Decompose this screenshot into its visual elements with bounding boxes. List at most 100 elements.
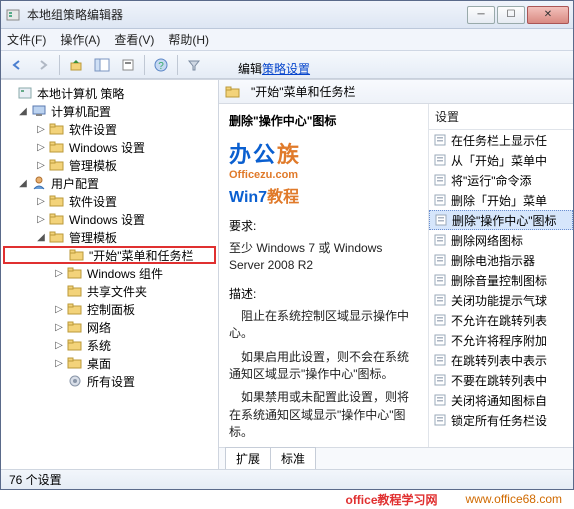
setting-label: 删除电池指示器 — [451, 252, 535, 269]
tree-user-config[interactable]: ◢ 用户配置 — [3, 174, 216, 192]
tree-computer-config[interactable]: ◢ 计算机配置 — [3, 102, 216, 120]
policy-item-icon — [433, 313, 447, 327]
title-bar[interactable]: 本地组策略编辑器 ─ ☐ ✕ — [1, 1, 573, 29]
setting-row[interactable]: 从「开始」菜单中 — [429, 150, 573, 170]
forward-button[interactable] — [31, 54, 55, 76]
tree-item[interactable]: ▷网络 — [3, 318, 216, 336]
collapse-icon[interactable]: ▷ — [35, 141, 47, 153]
settings-list[interactable]: 设置 在任务栏上显示任从「开始」菜单中将"运行"命令添删除「开始」菜单删除"操作… — [429, 104, 573, 447]
tree-toggle[interactable] — [3, 87, 15, 99]
setting-row[interactable]: 不允许在跳转列表 — [429, 310, 573, 330]
footer-site-name: office教程学习网 — [345, 491, 437, 508]
window-body: 本地计算机 策略 ◢ 计算机配置 ▷ 软件设置 ▷Windows 设置 ▷管理模板… — [1, 79, 573, 469]
setting-label: 在跳转列表中表示 — [451, 352, 547, 369]
menu-help[interactable]: 帮助(H) — [168, 31, 209, 48]
folder-icon — [67, 265, 83, 281]
tree-item[interactable]: ▷控制面板 — [3, 300, 216, 318]
collapse-icon[interactable]: ▷ — [53, 339, 65, 351]
setting-row[interactable]: 删除「开始」菜单 — [429, 190, 573, 210]
setting-row[interactable]: 删除网络图标 — [429, 230, 573, 250]
up-button[interactable] — [64, 54, 88, 76]
tree-item[interactable]: 所有设置 — [3, 372, 216, 390]
folder-icon — [67, 283, 83, 299]
collapse-icon[interactable]: ▷ — [35, 213, 47, 225]
back-button[interactable] — [5, 54, 29, 76]
folder-icon — [49, 157, 65, 173]
setting-label: 删除「开始」菜单 — [451, 192, 547, 209]
tree-item[interactable]: ▷桌面 — [3, 354, 216, 372]
setting-row[interactable]: 将"运行"命令添 — [429, 170, 573, 190]
setting-row[interactable]: 删除音量控制图标 — [429, 270, 573, 290]
toolbar-separator — [144, 55, 145, 75]
minimize-button[interactable]: ─ — [467, 6, 495, 24]
description-text: 阻止在系统控制区域显示操作中心。 — [229, 308, 418, 343]
tree-pane[interactable]: 本地计算机 策略 ◢ 计算机配置 ▷ 软件设置 ▷Windows 设置 ▷管理模板… — [1, 80, 219, 469]
tree-root[interactable]: 本地计算机 策略 — [3, 84, 216, 102]
setting-row[interactable]: 关闭功能提示气球 — [429, 290, 573, 310]
tree-item[interactable]: ▷管理模板 — [3, 156, 216, 174]
collapse-icon[interactable]: ▷ — [53, 321, 65, 333]
tree-item[interactable]: ▷Windows 组件 — [3, 264, 216, 282]
collapse-icon[interactable]: ▷ — [53, 303, 65, 315]
export-button[interactable] — [116, 54, 140, 76]
tree-item[interactable]: ▷Windows 设置 — [3, 138, 216, 156]
setting-title: 删除"操作中心"图标 — [229, 112, 418, 129]
tree-item[interactable]: ▷Windows 设置 — [3, 210, 216, 228]
setting-label: 删除音量控制图标 — [451, 272, 547, 289]
tab-standard[interactable]: 标准 — [270, 447, 316, 469]
app-window: 本地组策略编辑器 ─ ☐ ✕ 文件(F) 操作(A) 查看(V) 帮助(H) ?… — [0, 0, 574, 490]
expand-icon[interactable]: ◢ — [17, 177, 29, 189]
setting-row[interactable]: 关闭将通知图标自 — [429, 390, 573, 410]
folder-icon — [49, 211, 65, 227]
setting-label: 关闭功能提示气球 — [451, 292, 547, 309]
setting-row[interactable]: 锁定所有任务栏设 — [429, 410, 573, 430]
tree-item[interactable]: ▷ 软件设置 — [3, 120, 216, 138]
setting-row[interactable]: 删除电池指示器 — [429, 250, 573, 270]
policy-item-icon — [433, 413, 447, 427]
menu-file[interactable]: 文件(F) — [7, 31, 46, 48]
help-button[interactable]: ? — [149, 54, 173, 76]
folder-icon — [49, 139, 65, 155]
maximize-button[interactable]: ☐ — [497, 6, 525, 24]
setting-row[interactable]: 在任务栏上显示任 — [429, 130, 573, 150]
setting-row[interactable]: 不允许将程序附加 — [429, 330, 573, 350]
settings-header[interactable]: 设置 — [429, 104, 573, 130]
details-pane-button[interactable] — [90, 54, 114, 76]
tree-item[interactable]: ▷软件设置 — [3, 192, 216, 210]
tree-toggle[interactable] — [53, 375, 65, 387]
tree-toggle[interactable] — [53, 285, 65, 297]
collapse-icon[interactable]: ▷ — [35, 123, 47, 135]
footer-site-url: www.office68.com — [466, 492, 563, 506]
content-area: 删除"操作中心"图标 办公族 Officezu.com Win7教程 编辑策略设… — [219, 104, 573, 447]
folder-icon — [49, 121, 65, 137]
main-pane: "开始"菜单和任务栏 删除"操作中心"图标 办公族 Officezu.com W… — [219, 80, 573, 469]
policy-item-icon — [433, 253, 447, 267]
filter-button[interactable] — [182, 54, 206, 76]
tree-label: 软件设置 — [69, 121, 117, 138]
setting-row[interactable]: 删除"操作中心"图标 — [429, 210, 573, 230]
tree-item-start-menu[interactable]: "开始"菜单和任务栏 — [3, 246, 216, 264]
menu-view[interactable]: 查看(V) — [114, 31, 154, 48]
tree-item[interactable]: ◢管理模板 — [3, 228, 216, 246]
setting-label: 锁定所有任务栏设 — [451, 412, 547, 429]
setting-row[interactable]: 不要在跳转列表中 — [429, 370, 573, 390]
expand-icon[interactable]: ◢ — [17, 105, 29, 117]
collapse-icon[interactable]: ▷ — [53, 357, 65, 369]
toolbar-separator — [59, 55, 60, 75]
menu-action[interactable]: 操作(A) — [60, 31, 100, 48]
tree-label: 用户配置 — [51, 175, 99, 192]
policy-item-icon — [434, 213, 448, 227]
tree-toggle[interactable] — [55, 249, 67, 261]
setting-row[interactable]: 在跳转列表中表示 — [429, 350, 573, 370]
expand-icon[interactable]: ◢ — [35, 231, 47, 243]
tree-item[interactable]: ▷系统 — [3, 336, 216, 354]
tab-extended[interactable]: 扩展 — [225, 447, 271, 469]
tree-item[interactable]: 共享文件夹 — [3, 282, 216, 300]
collapse-icon[interactable]: ▷ — [35, 195, 47, 207]
logo-tutorial: Win7教程 — [229, 183, 418, 207]
close-button[interactable]: ✕ — [527, 6, 569, 24]
description-label: 描述: — [229, 285, 418, 302]
description-text: 如果禁用或未配置此设置，则将在系统通知区域显示"操作中心"图标。 — [229, 389, 418, 441]
collapse-icon[interactable]: ▷ — [35, 159, 47, 171]
collapse-icon[interactable]: ▷ — [53, 267, 65, 279]
